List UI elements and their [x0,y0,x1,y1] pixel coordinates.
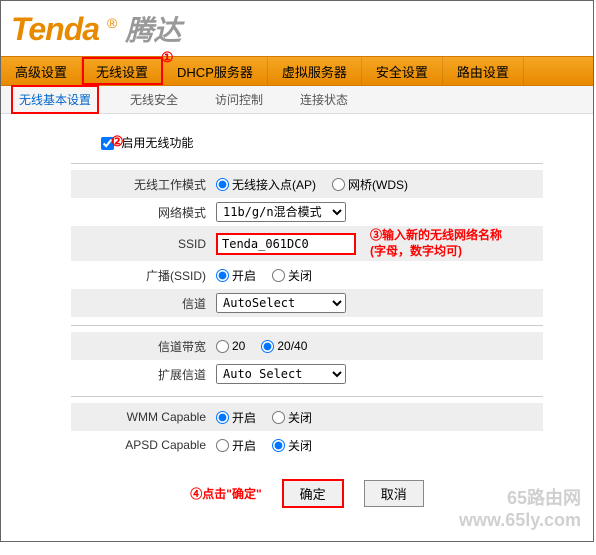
row-net-mode: 网络模式 11b/g/n混合模式 [71,198,543,226]
work-mode-ap-radio[interactable] [216,178,229,191]
subnav-security[interactable]: 无线安全 [124,87,184,112]
wmm-off-radio[interactable] [272,411,285,424]
channel-select[interactable]: AutoSelect [216,293,346,313]
section-1: 无线工作模式 无线接入点(AP) 网桥(WDS) 网络模式 11b/g/n混合模… [71,163,543,317]
subnav-basic[interactable]: 无线基本设置 [11,85,99,114]
row-work-mode: 无线工作模式 无线接入点(AP) 网桥(WDS) [71,170,543,198]
ssid-label: SSID [71,237,216,251]
bw-20-radio[interactable] [216,340,229,353]
broadcast-off[interactable]: 关闭 [272,267,312,284]
bw-2040-radio[interactable] [261,340,274,353]
broadcast-label: 广播(SSID) [71,267,216,284]
sub-nav: 无线基本设置 无线安全 访问控制 连接状态 [1,86,593,114]
cancel-button[interactable]: 取消 [364,480,424,507]
row-bandwidth: 信道带宽 20 20/40 [71,332,543,360]
work-mode-ap[interactable]: 无线接入点(AP) [216,176,316,193]
wmm-on-radio[interactable] [216,411,229,424]
work-mode-wds-radio[interactable] [332,178,345,191]
apsd-off-radio[interactable] [272,439,285,452]
row-wmm: WMM Capable 开启 关闭 [71,403,543,431]
logo-cn: 腾达 [125,9,181,49]
content: 启用无线功能 无线工作模式 无线接入点(AP) 网桥(WDS) 网络模式 11b… [1,114,593,541]
row-apsd: APSD Capable 开启 关闭 [71,431,543,459]
broadcast-on[interactable]: 开启 [216,267,256,284]
nav-dhcp[interactable]: DHCP服务器 [163,57,268,85]
wmm-off[interactable]: 关闭 [272,409,312,426]
enable-wireless-text: 启用无线功能 [121,136,193,150]
wmm-label: WMM Capable [71,410,216,424]
row-broadcast: 广播(SSID) 开启 关闭 [71,261,543,289]
annotation-2: ② [111,133,124,150]
logo-reg: ® [107,15,117,31]
work-mode-label: 无线工作模式 [71,176,216,193]
bw-2040[interactable]: 20/40 [261,339,307,353]
bandwidth-label: 信道带宽 [71,338,216,355]
section-2: 信道带宽 20 20/40 扩展信道 Auto Select [71,325,543,388]
annotation-3: ③输入新的无线网络名称 (字母，数字均可) [370,228,502,259]
broadcast-on-radio[interactable] [216,269,229,282]
net-mode-select[interactable]: 11b/g/n混合模式 [216,202,346,222]
section-3: WMM Capable 开启 关闭 APSD Capable 开启 关闭 [71,396,543,459]
broadcast-off-radio[interactable] [272,269,285,282]
annotation-4: ④点击"确定" [190,485,261,502]
row-channel: 信道 AutoSelect [71,289,543,317]
enable-wireless-row: 启用无线功能 [71,134,543,151]
net-mode-label: 网络模式 [71,204,216,221]
ssid-input[interactable] [216,233,356,255]
subnav-status[interactable]: 连接状态 [294,87,354,112]
ext-channel-select[interactable]: Auto Select [216,364,346,384]
apsd-on[interactable]: 开启 [216,437,256,454]
nav-wireless[interactable]: 无线设置 [82,57,163,85]
row-ext-channel: 扩展信道 Auto Select [71,360,543,388]
nav-routing[interactable]: 路由设置 [443,57,524,85]
nav-security[interactable]: 安全设置 [362,57,443,85]
apsd-label: APSD Capable [71,438,216,452]
work-mode-wds[interactable]: 网桥(WDS) [332,176,408,193]
nav-advanced[interactable]: 高级设置 [1,57,82,85]
ext-channel-label: 扩展信道 [71,366,216,383]
header: Tenda ® 腾达 [1,1,593,56]
channel-label: 信道 [71,295,216,312]
wmm-on[interactable]: 开启 [216,409,256,426]
logo: Tenda ® 腾达 [11,9,181,49]
apsd-off[interactable]: 关闭 [272,437,312,454]
button-row: ④点击"确定" 确定 取消 [71,467,543,526]
bw-20[interactable]: 20 [216,339,245,353]
main-nav: 高级设置 无线设置 DHCP服务器 虚拟服务器 安全设置 路由设置 [1,56,593,86]
apsd-on-radio[interactable] [216,439,229,452]
row-ssid: SSID ③输入新的无线网络名称 (字母，数字均可) [71,226,543,261]
logo-text: Tenda [11,11,99,48]
subnav-access[interactable]: 访问控制 [209,87,269,112]
ok-button[interactable]: 确定 [282,479,344,508]
nav-virtual-server[interactable]: 虚拟服务器 [268,57,362,85]
